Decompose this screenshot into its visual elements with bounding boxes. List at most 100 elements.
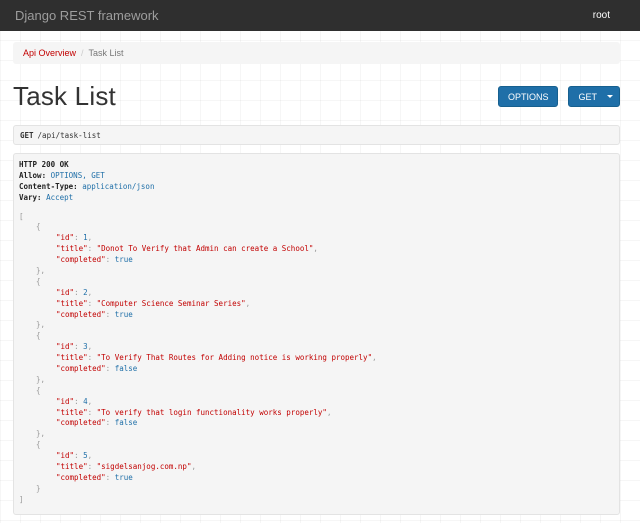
json-line: { [19, 277, 614, 288]
json-line: "title": "To Verify That Routes for Addi… [19, 353, 614, 364]
json-token: : [105, 255, 115, 265]
json-token: false [114, 418, 138, 428]
request-method: GET [20, 130, 34, 140]
request-path: /api/task-list [37, 130, 101, 140]
header-value: Accept [46, 192, 74, 202]
json-token: : [74, 342, 84, 352]
breadcrumb-separator: / [81, 48, 84, 58]
header-key: Allow: [19, 170, 47, 180]
json-token: , [87, 233, 93, 243]
json-token: } [36, 483, 41, 493]
json-token: : [105, 472, 115, 482]
json-token: "sigdelsanjog.com.np" [96, 462, 192, 472]
json-token: { [36, 222, 41, 232]
json-token: : [74, 287, 84, 297]
json-line: "id": 1, [19, 233, 614, 244]
json-token: : [105, 418, 115, 428]
title-row: Task List OPTIONS GET [13, 74, 620, 119]
json-token: "completed" [56, 309, 106, 319]
json-token: , [87, 451, 93, 461]
response-header: Allow: OPTIONS, GET [19, 171, 614, 182]
json-token: "Donot To Verify that Admin can create a… [96, 244, 314, 254]
json-line: "completed": true [19, 473, 614, 484]
header-key: Vary: [19, 192, 42, 202]
json-token: : [87, 244, 97, 254]
json-line: }, [19, 320, 614, 331]
json-token: { [36, 440, 41, 450]
json-line: } [19, 484, 614, 495]
breadcrumb-api-overview[interactable]: Api Overview [23, 48, 76, 58]
json-token: , [191, 462, 196, 472]
json-token: : [87, 353, 97, 363]
json-token: ] [19, 494, 24, 504]
json-line: { [19, 222, 614, 233]
json-line: "title": "sigdelsanjog.com.np", [19, 462, 614, 473]
json-token: "title" [56, 353, 88, 363]
header-value: OPTIONS, GET [50, 170, 105, 180]
json-token: { [36, 385, 41, 395]
json-token: "completed" [56, 255, 106, 265]
json-line: }, [19, 375, 614, 386]
json-token: { [36, 276, 41, 286]
json-token: true [114, 309, 133, 319]
json-token: { [36, 331, 41, 341]
json-line: ] [19, 495, 614, 506]
caret-down-icon[interactable] [607, 95, 613, 98]
json-token: : [105, 309, 115, 319]
breadcrumb-task-list: Task List [88, 48, 124, 58]
get-button[interactable]: GET [568, 86, 620, 107]
json-token: }, [36, 429, 46, 439]
json-token: }, [36, 266, 46, 276]
json-token: , [372, 353, 377, 363]
json-token: "id" [56, 287, 75, 297]
json-token: , [87, 342, 93, 352]
json-token: "title" [56, 298, 88, 308]
json-line: { [19, 331, 614, 342]
json-token: "To verify that login functionality work… [96, 407, 327, 417]
json-token: , [87, 396, 93, 406]
navbar: Django REST framework root [0, 0, 640, 31]
json-token: "id" [56, 451, 75, 461]
options-button[interactable]: OPTIONS [497, 86, 559, 107]
json-line: "id": 4, [19, 397, 614, 408]
json-token: false [114, 364, 138, 374]
page-title: Task List [13, 81, 116, 111]
json-line: { [19, 386, 614, 397]
response-header: Content-Type: application/json [19, 182, 614, 193]
json-token: "id" [56, 396, 75, 406]
json-token: [ [19, 211, 24, 221]
json-token: "To Verify That Routes for Adding notice… [96, 353, 373, 363]
action-buttons: OPTIONS GET [497, 86, 620, 107]
json-line: { [19, 440, 614, 451]
json-token: : [87, 407, 97, 417]
json-body: [{"id": 1, "title": "Donot To Verify that… [19, 212, 614, 506]
json-line: "id": 2, [19, 288, 614, 299]
brand-link[interactable]: Django REST framework [15, 8, 159, 23]
json-token: : [74, 233, 84, 243]
main-container: Api Overview / Task List Task List OPTIO… [0, 42, 640, 515]
json-line: "title": "To verify that login functiona… [19, 408, 614, 419]
json-token: "id" [56, 233, 75, 243]
user-menu[interactable]: root [593, 10, 610, 21]
json-line: }, [19, 266, 614, 277]
breadcrumb: Api Overview / Task List [13, 42, 620, 64]
json-token: "Computer Science Seminar Series" [96, 298, 246, 308]
json-token: "completed" [56, 418, 106, 428]
json-line: "completed": false [19, 418, 614, 429]
json-token: "id" [56, 342, 75, 352]
json-token: }, [36, 320, 46, 330]
json-token: , [326, 407, 332, 417]
response-header: Vary: Accept [19, 193, 614, 204]
json-token: : [74, 396, 84, 406]
response-info: HTTP 200 OK Allow: OPTIONS, GET Content-… [13, 153, 620, 515]
request-info: GET /api/task-list [13, 125, 620, 145]
json-line: "title": "Donot To Verify that Admin can… [19, 244, 614, 255]
get-button-label: GET [578, 91, 597, 102]
json-token: true [114, 472, 133, 482]
json-line: "id": 5, [19, 451, 614, 462]
json-line: "id": 3, [19, 342, 614, 353]
json-token: }, [36, 374, 46, 384]
response-status: HTTP 200 OK [19, 160, 69, 169]
json-token: , [313, 244, 318, 254]
json-token: : [87, 298, 97, 308]
